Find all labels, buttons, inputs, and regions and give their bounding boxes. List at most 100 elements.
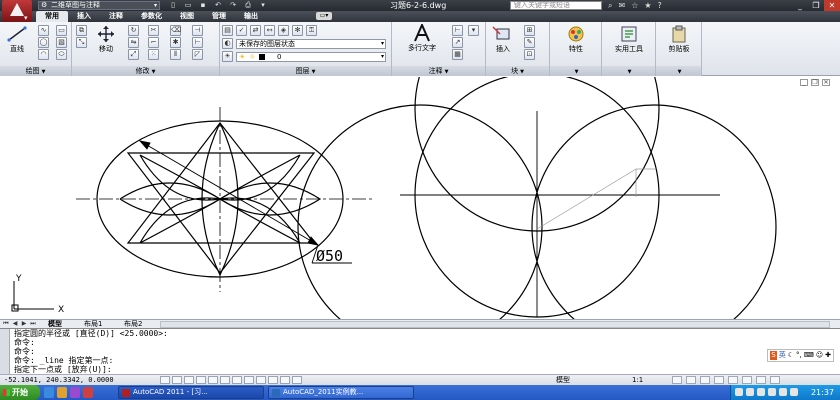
redo-icon[interactable]: ↷	[228, 1, 238, 10]
tab-output[interactable]: 输出	[235, 11, 267, 22]
layer-previous-icon[interactable]: ↤	[264, 25, 275, 36]
horizontal-scrollbar[interactable]	[160, 321, 830, 328]
clock[interactable]: 21:37	[811, 385, 834, 400]
tray-ime-icon[interactable]	[768, 388, 776, 396]
tab-annotate[interactable]: 注释	[100, 11, 132, 22]
ellipse-icon[interactable]: ⬭	[56, 49, 67, 60]
undo-icon[interactable]: ↶	[213, 1, 223, 10]
ime-tools-icon[interactable]: ✚	[825, 351, 831, 360]
application-menu-button[interactable]: ▾	[2, 0, 32, 22]
dimension-dropdown-icon[interactable]: ▾	[468, 25, 479, 36]
snap-toggle[interactable]	[160, 376, 170, 384]
command-line-grip[interactable]	[0, 329, 10, 375]
polar-toggle[interactable]	[196, 376, 206, 384]
ime-toolbar[interactable]: S 英 ☾ °, ⌨ ☺ ✚	[767, 349, 834, 362]
ortho-toggle[interactable]	[184, 376, 194, 384]
annotation-panel-title[interactable]: 注释 ▼	[392, 66, 485, 76]
ime-moon-icon[interactable]: ☾	[788, 351, 794, 360]
status-menu-icon[interactable]	[756, 376, 766, 384]
ducs-toggle[interactable]	[232, 376, 242, 384]
tray-app-icon[interactable]	[790, 388, 798, 396]
insert-button[interactable]: 插入	[488, 25, 518, 54]
help-search-input[interactable]: 键入关键字或短语	[510, 1, 602, 10]
otrack-toggle[interactable]	[220, 376, 230, 384]
hardware-accel-icon[interactable]	[728, 376, 738, 384]
ime-punct-icon[interactable]: °,	[796, 351, 802, 360]
ie-icon[interactable]	[44, 387, 54, 398]
tray-volume-icon[interactable]	[746, 388, 754, 396]
modify-panel-title[interactable]: 修改 ▼	[72, 66, 219, 76]
drawing-minimize-icon[interactable]: _	[800, 79, 808, 86]
qp-toggle[interactable]	[280, 376, 290, 384]
lock-icon[interactable]	[714, 376, 724, 384]
workspace-switch-icon[interactable]	[700, 376, 710, 384]
tab-manage[interactable]: 管理	[203, 11, 235, 22]
plot-icon[interactable]: ⎙	[243, 1, 253, 10]
command-line[interactable]: 指定圆的半径或 [直径(D)] <25.0000>: 命令: 命令: 命令: _…	[0, 328, 840, 375]
new-file-icon[interactable]: ▯	[168, 1, 178, 10]
layer-isolate-icon[interactable]: ◈	[278, 25, 289, 36]
edit-block-icon[interactable]: ✎	[524, 37, 535, 48]
qat-dropdown-icon[interactable]: ▾	[258, 1, 268, 10]
taskbar-item-tutorial[interactable]: AutoCAD_2011实例教...	[268, 386, 414, 399]
isolate-objects-icon[interactable]	[742, 376, 752, 384]
layer-state-dropdown[interactable]: 未保存的图层状态 ▾	[236, 39, 386, 49]
table-icon[interactable]: ▦	[452, 49, 463, 60]
trim-icon[interactable]: ✂	[148, 25, 159, 36]
polyline-icon[interactable]: ∿	[38, 25, 49, 36]
help-icon[interactable]: ?	[658, 0, 662, 11]
tray-network-icon[interactable]	[735, 388, 743, 396]
taskbar-item-autocad[interactable]: AutoCAD 2011 - [习...	[118, 386, 264, 399]
arc-icon[interactable]: ◠	[38, 49, 49, 60]
circle-icon[interactable]: ◯	[38, 37, 49, 48]
ime-user-icon[interactable]: ☺	[816, 351, 823, 360]
layers-panel-title[interactable]: 图层 ▼	[220, 66, 391, 76]
clipboard-button[interactable]: 剪贴板	[658, 25, 700, 54]
create-block-icon[interactable]: ⊞	[524, 25, 535, 36]
save-icon[interactable]: ▪	[198, 1, 208, 10]
offset-icon[interactable]: ⫴	[170, 49, 181, 60]
utilities-button[interactable]: 实用工具	[604, 25, 654, 54]
minimize-icon[interactable]: _	[792, 0, 808, 11]
draw-panel-title[interactable]: 绘图 ▼	[0, 66, 71, 76]
rectangle-icon[interactable]: ▭	[56, 25, 67, 36]
hatch-icon[interactable]: ▧	[56, 37, 67, 48]
drawing-restore-icon[interactable]: ❐	[811, 79, 819, 86]
array-icon[interactable]: ⁙	[148, 49, 159, 60]
transparency-toggle[interactable]	[268, 376, 278, 384]
drawing-close-icon[interactable]: ✕	[822, 79, 830, 86]
command-prompt[interactable]: 指定下一点或 [放弃(U)]:	[14, 365, 112, 374]
move-button[interactable]: 移动	[94, 25, 118, 54]
copy-icon[interactable]: ⧉	[76, 25, 87, 36]
next-layout-icon[interactable]: ▶	[20, 320, 28, 328]
favorites-icon[interactable]: ★	[644, 0, 651, 11]
tab-view[interactable]: 视图	[171, 11, 203, 22]
make-current-icon[interactable]: ✓	[236, 25, 247, 36]
clean-screen-icon[interactable]	[770, 376, 780, 384]
layer-match-icon[interactable]: ⇄	[250, 25, 261, 36]
tray-security-icon[interactable]	[757, 388, 765, 396]
explode-icon[interactable]: ✱	[170, 37, 181, 48]
properties-panel-title[interactable]: ▼	[550, 66, 601, 76]
tab-parametric[interactable]: 参数化	[132, 11, 171, 22]
chamfer-icon[interactable]: ◸	[192, 49, 203, 60]
block-panel-title[interactable]: 块 ▼	[486, 66, 549, 76]
line-button[interactable]: 直线	[4, 25, 30, 54]
join-icon[interactable]: ⊢	[192, 37, 203, 48]
rotate-icon[interactable]: ↻	[128, 25, 139, 36]
leader-icon[interactable]: ↗	[452, 37, 463, 48]
mirror-icon[interactable]: ⇋	[128, 37, 139, 48]
folder-icon[interactable]	[57, 387, 67, 398]
stretch-icon[interactable]: ⤡	[76, 37, 87, 48]
tab-home[interactable]: 常用	[36, 11, 68, 22]
open-file-icon[interactable]: ▭	[183, 1, 193, 10]
drawing-canvas[interactable]: Ø50 Y X _ ❐ ✕	[0, 77, 840, 319]
clipboard-panel-title[interactable]: ▼	[656, 66, 701, 76]
annotation-visibility-icon[interactable]	[672, 376, 682, 384]
workspace-dropdown[interactable]: ⚙ 二维草图与注释 ▾	[38, 1, 160, 10]
subscription-icon[interactable]: ✉	[618, 0, 625, 11]
lightbulb-icon[interactable]: ☀	[222, 51, 233, 62]
osnap-toggle[interactable]	[208, 376, 218, 384]
sc-toggle[interactable]	[292, 376, 302, 384]
linear-dimension-icon[interactable]: ⊢	[452, 25, 463, 36]
